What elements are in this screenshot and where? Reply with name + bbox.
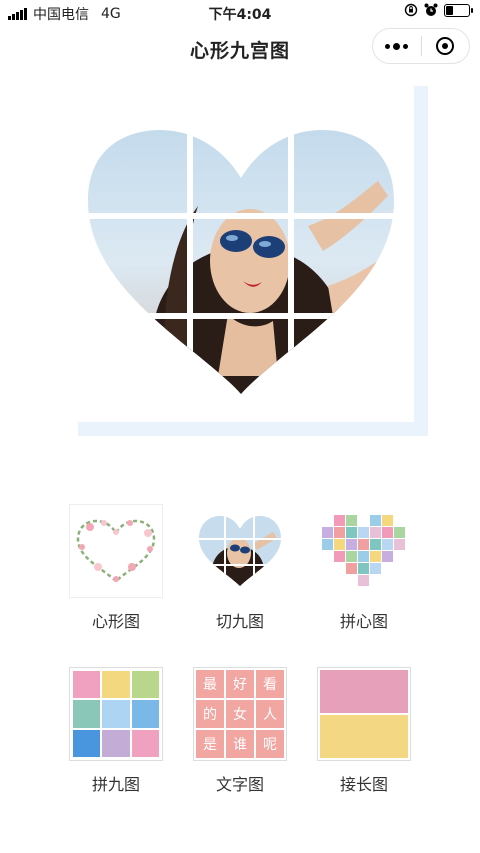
pixel-heart-cell (346, 551, 357, 562)
text-grid-char: 女 (226, 700, 254, 728)
pixel-heart-cell (370, 551, 381, 562)
menu-row-1: 心形图 切九图 拼心图 (54, 504, 426, 632)
menu-long-image[interactable]: 接长图 (302, 667, 426, 795)
alarm-icon (424, 3, 438, 16)
menu-row-2: 拼九图 最好看的女人是谁呢 文字图 接长图 (54, 667, 426, 795)
color-grid-cell (131, 729, 159, 757)
pixel-heart-cell (394, 539, 405, 550)
pixel-heart-cell (370, 515, 381, 526)
menu-text-grid[interactable]: 最好看的女人是谁呢 文字图 (178, 667, 302, 795)
mini-program-capsule (372, 28, 470, 64)
photo-heart-thumbnail (193, 504, 287, 598)
battery-icon (444, 3, 473, 17)
color-grid-cell (73, 729, 101, 757)
menu-pixel-heart[interactable]: 拼心图 (302, 504, 426, 632)
long-image-bottom (320, 715, 408, 758)
pixel-heart-cell (334, 515, 345, 526)
pixel-heart-cell (334, 539, 345, 550)
more-dots-icon (385, 42, 409, 50)
pixel-heart-cell (394, 527, 405, 538)
text-grid-char: 人 (256, 700, 284, 728)
color-grid-cell (73, 700, 101, 728)
status-bar: 中国电信 4G 下午4:04 (0, 0, 480, 24)
long-image-thumbnail (317, 667, 411, 761)
pixel-heart-cell (382, 515, 393, 526)
pixel-heart-cell (382, 539, 393, 550)
nav-bar: 心形九宫图 (0, 26, 480, 70)
menu-pixel-heart-label: 拼心图 (339, 612, 388, 631)
text-grid-char: 谁 (226, 730, 254, 758)
pixel-heart-cell (382, 527, 393, 538)
text-grid-thumbnail: 最好看的女人是谁呢 (193, 667, 287, 761)
menu-color-grid-label: 拼九图 (91, 775, 140, 794)
pixel-heart-cell (322, 539, 333, 550)
menu-heart[interactable]: 心形图 (54, 504, 178, 632)
pixel-heart-cell (346, 539, 357, 550)
pixel-heart-cell (358, 539, 369, 550)
pixel-heart-cell (370, 539, 381, 550)
pixel-heart-cell (334, 551, 345, 562)
menu-cut-nine[interactable]: 切九图 (178, 504, 302, 632)
color-grid-thumbnail (69, 667, 163, 761)
pixel-heart-cell (322, 527, 333, 538)
more-button[interactable] (373, 29, 421, 63)
orientation-lock-icon (404, 3, 418, 17)
menu-text-grid-label: 文字图 (215, 775, 264, 794)
menu-heart-label: 心形图 (91, 612, 140, 631)
pixel-heart-cell (346, 515, 357, 526)
pixel-heart-cell (382, 551, 393, 562)
text-grid-char: 呢 (256, 730, 284, 758)
pixel-heart-cell (358, 527, 369, 538)
menu-color-grid[interactable]: 拼九图 (54, 667, 178, 795)
close-mini-program-button[interactable] (422, 29, 470, 63)
heart-preview[interactable] (78, 86, 428, 436)
pixel-heart-cell (358, 563, 369, 574)
floral-heart-thumbnail (69, 504, 163, 598)
color-grid-cell (102, 700, 130, 728)
pixel-heart-cell (334, 527, 345, 538)
target-icon (436, 37, 455, 55)
text-grid-char: 最 (196, 670, 224, 698)
pixel-heart-thumbnail (317, 504, 411, 598)
pixel-heart-cell (370, 563, 381, 574)
color-grid-cell (102, 729, 130, 757)
pixel-heart-cell (358, 551, 369, 562)
text-grid-char: 好 (226, 670, 254, 698)
menu-long-image-label: 接长图 (339, 775, 388, 794)
text-grid-char: 的 (196, 700, 224, 728)
color-grid-cell (131, 671, 159, 699)
pixel-heart-cell (370, 527, 381, 538)
pixel-heart-cell (346, 527, 357, 538)
color-grid-cell (102, 671, 130, 699)
menu-cut-nine-label: 切九图 (215, 612, 264, 631)
status-right (404, 3, 473, 17)
text-grid-char: 看 (256, 670, 284, 698)
color-grid-cell (73, 671, 101, 699)
pixel-heart-cell (346, 563, 357, 574)
heart-photo (88, 130, 394, 394)
long-image-top (320, 670, 408, 713)
pixel-heart-cell (358, 575, 369, 586)
color-grid-cell (131, 700, 159, 728)
text-grid-char: 是 (196, 730, 224, 758)
